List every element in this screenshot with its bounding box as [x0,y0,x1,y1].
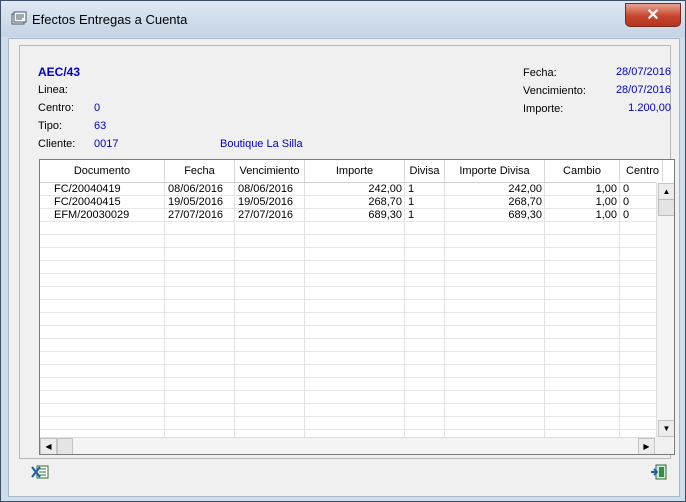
arrow-up-icon: ▲ [662,187,671,196]
arrow-down-icon: ▼ [662,424,671,433]
column-header-vencimiento[interactable]: Vencimiento [235,160,305,182]
exit-icon[interactable] [650,464,668,480]
importe-value: 1.200,00 [628,102,671,114]
centro-label: Centro: [38,102,75,114]
column-header-documento[interactable]: Documento [40,160,165,182]
cell-importe: 242,00 [368,183,402,195]
window-title: Efectos Entregas a Cuenta [32,12,188,27]
cell-vencimiento: 19/05/2016 [238,196,294,208]
cell-cambio: 1,00 [595,196,617,208]
scroll-corner [656,437,673,454]
cell-documento: FC/20040415 [54,196,121,208]
vencimiento-value: 28/07/2016 [615,84,671,96]
cliente-name: Boutique La Silla [220,138,303,150]
column-header-importe-divisa[interactable]: Importe Divisa [445,160,545,182]
close-button[interactable]: ✕ [625,3,681,27]
cell-divisa: 1 [408,196,415,208]
vencimiento-label: Vencimiento: [523,85,586,97]
cell-fecha: 08/06/2016 [168,183,224,195]
arrow-right-icon: ▶ [643,442,650,451]
cell-cambio: 1,00 [595,209,617,221]
scroll-right-button[interactable]: ▶ [638,438,655,454]
cliente-code: 0017 [94,138,119,150]
cell-centro: 0 [623,209,630,221]
horizontal-scrollbar[interactable]: ◀ ▶ [40,437,656,454]
table-row[interactable]: FC/20040415 19/05/2016 19/05/2016 268,70… [40,196,656,209]
document-code: AEC/43 [38,65,81,79]
title-bar[interactable]: Efectos Entregas a Cuenta ✕ [1,1,685,37]
scroll-down-button[interactable]: ▼ [658,420,674,437]
cell-importe: 689,30 [368,209,402,221]
cell-divisa: 1 [408,209,415,221]
cell-importe-divisa: 689,30 [508,209,542,221]
dialog-body: AEC/43 Linea: Centro: 0 Tipo: 63 Cliente… [8,38,680,497]
cell-centro: 0 [623,196,630,208]
tipo-value: 63 [94,120,107,132]
cell-fecha: 19/05/2016 [168,196,224,208]
grid-header: Documento Fecha Vencimiento Importe Divi… [40,160,663,183]
cell-documento: FC/20040419 [54,183,121,195]
cell-cambio: 1,00 [595,183,617,195]
column-header-importe[interactable]: Importe [305,160,405,182]
cell-importe-divisa: 242,00 [508,183,542,195]
cliente-label: Cliente: [38,138,76,150]
tipo-label: Tipo: [38,120,63,132]
table-row[interactable]: FC/20040419 08/06/2016 08/06/2016 242,00… [40,183,656,196]
cell-fecha: 27/07/2016 [168,209,224,221]
cell-vencimiento: 08/06/2016 [238,183,294,195]
arrow-left-icon: ◀ [45,442,52,451]
column-header-centro[interactable]: Centro [620,160,663,182]
grid-body: FC/20040419 08/06/2016 08/06/2016 242,00… [40,183,656,437]
vertical-scrollbar[interactable]: ▲ ▼ [656,183,674,437]
cell-divisa: 1 [408,183,415,195]
importe-label: Importe: [523,103,564,115]
cell-importe: 268,70 [368,196,402,208]
cell-centro: 0 [623,183,630,195]
excel-export-icon[interactable] [31,464,49,480]
scroll-left-button[interactable]: ◀ [40,438,57,454]
horizontal-scroll-thumb[interactable] [57,438,73,454]
content-panel: AEC/43 Linea: Centro: 0 Tipo: 63 Cliente… [19,45,675,459]
scroll-thumb[interactable] [658,199,674,216]
efectos-grid[interactable]: Documento Fecha Vencimiento Importe Divi… [39,159,675,455]
column-header-cambio[interactable]: Cambio [545,160,620,182]
close-icon: ✕ [646,7,660,24]
column-header-divisa[interactable]: Divisa [405,160,445,182]
cell-importe-divisa: 268,70 [508,196,542,208]
table-row[interactable]: EFM/20030029 27/07/2016 27/07/2016 689,3… [40,209,656,222]
column-header-fecha[interactable]: Fecha [165,160,235,182]
dialog-window: Efectos Entregas a Cuenta ✕ AEC/43 Linea… [0,0,686,502]
scroll-up-button[interactable]: ▲ [658,183,674,200]
cell-documento: EFM/20030029 [54,209,130,221]
centro-value: 0 [94,102,101,114]
app-icon [11,11,27,25]
linea-label: Linea: [38,84,68,96]
fecha-label: Fecha: [523,67,557,79]
fecha-value: 28/07/2016 [615,66,671,78]
cell-vencimiento: 27/07/2016 [238,209,294,221]
